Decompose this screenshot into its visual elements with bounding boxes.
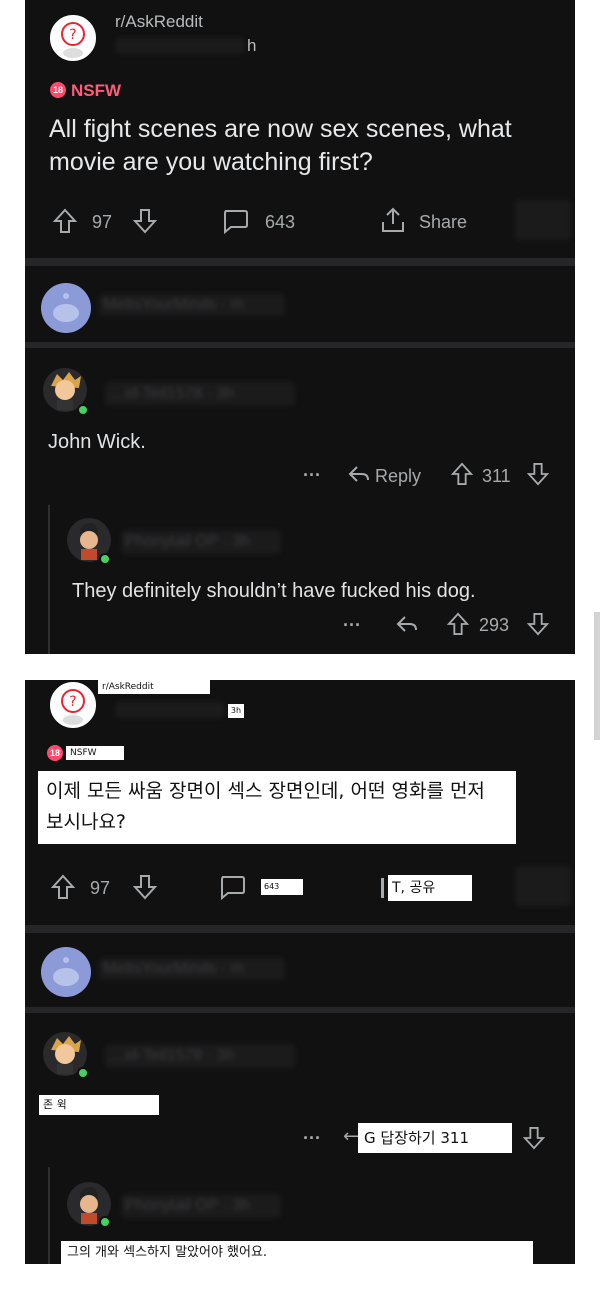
award-button-redacted[interactable] (515, 866, 571, 906)
downvote-icon[interactable] (133, 208, 157, 234)
divider (25, 925, 575, 933)
upvote-icon[interactable] (451, 462, 473, 486)
comment-text: John Wick. (48, 431, 146, 453)
downvote-icon[interactable] (523, 1126, 545, 1150)
divider (25, 258, 575, 266)
question-mark-icon: ? (61, 22, 85, 58)
post-title[interactable]: All fight scenes are now sex scenes, wha… (49, 113, 554, 179)
reply-button[interactable]: G 답장하기 311 (358, 1123, 512, 1153)
comment-author-redacted: …id-Teil1578 · 3h (105, 382, 295, 406)
snoo-icon (53, 293, 79, 322)
online-indicator (77, 404, 89, 416)
comment-icon[interactable] (221, 208, 249, 234)
share-button[interactable]: T, 공유 (388, 875, 472, 901)
comment-icon[interactable] (218, 874, 246, 900)
nsfw-icon: 18 (50, 82, 66, 98)
comment-author-redacted: Phonytail OP · 3h (121, 1194, 281, 1218)
comment-count: 643 (265, 212, 296, 232)
comment-text: 존 윅 (39, 1095, 159, 1115)
downvote-icon[interactable] (527, 612, 549, 636)
nsfw-label: NSFW (66, 746, 124, 760)
subreddit-avatar[interactable]: ? (48, 680, 98, 730)
user-avatar[interactable] (41, 283, 91, 333)
reply-icon[interactable] (347, 463, 371, 485)
upvote-count: 97 (92, 212, 113, 232)
post-author-redacted (115, 38, 245, 54)
more-options-icon[interactable]: ··· (303, 1128, 321, 1149)
upvote-icon[interactable] (53, 208, 77, 234)
post-age: 3h (228, 704, 244, 718)
nsfw-label: NSFW (71, 81, 122, 100)
more-options-icon[interactable]: ··· (343, 615, 361, 636)
share-icon (381, 878, 384, 898)
award-button-redacted[interactable] (515, 200, 571, 240)
comment-text: They definitely shouldn’t have fucked hi… (72, 580, 476, 602)
svg-text:?: ? (69, 27, 76, 43)
comment-author-redacted: MeltsYourMinds · m (99, 958, 285, 980)
more-options-icon[interactable]: ··· (303, 465, 321, 486)
comment-count: 643 (261, 879, 303, 895)
post-title[interactable]: 이제 모든 싸움 장면이 섹스 장면인데, 어떤 영화를 먼저 보시나요? (38, 771, 516, 844)
question-mark-icon: ? (61, 689, 85, 725)
share-icon[interactable] (379, 206, 407, 234)
comment-author-redacted: …id-Teil1578 · 3h (105, 1044, 295, 1068)
reply-icon[interactable] (395, 613, 419, 635)
post-age: h (247, 36, 257, 55)
share-button[interactable]: Share (419, 212, 467, 233)
divider (25, 342, 575, 348)
downvote-icon[interactable] (527, 462, 549, 486)
upvote-icon[interactable] (51, 874, 75, 900)
upvote-count: 97 (90, 878, 111, 898)
subreddit-name[interactable]: r/AskReddit (115, 12, 203, 32)
upvote-icon[interactable] (447, 612, 469, 636)
thread-line (48, 1167, 50, 1264)
user-avatar[interactable] (41, 947, 91, 997)
online-indicator (99, 553, 111, 565)
comment-vote-count: 293 (479, 615, 510, 635)
subreddit-name[interactable]: r/AskReddit (98, 680, 210, 694)
translated-screenshot: ? r/AskReddit 3h 18 NSFW 이제 모든 싸움 장면이 섹스… (25, 680, 575, 1264)
comment-author-redacted: MeltsYourMinds · m (99, 294, 285, 316)
thread-line (48, 505, 50, 654)
subreddit-avatar[interactable]: ? (48, 13, 98, 63)
divider (25, 1007, 575, 1013)
online-indicator (77, 1067, 89, 1079)
comment-author-redacted: Phonytail OP · 3h (121, 530, 281, 554)
original-screenshot: ? r/AskReddit h 18 NSFW All fight scenes… (25, 0, 575, 654)
svg-text:?: ? (69, 694, 76, 710)
post-author-redacted (115, 702, 225, 718)
comment-text: 그의 개와 섹스하지 말았어야 했어요. (61, 1241, 533, 1264)
reply-button[interactable]: Reply (375, 466, 421, 487)
comment-vote-count: 311 (482, 466, 511, 486)
scroll-indicator (594, 612, 600, 740)
downvote-icon[interactable] (133, 874, 157, 900)
snoo-icon (53, 957, 79, 986)
online-indicator (99, 1216, 111, 1228)
nsfw-icon: 18 (47, 745, 63, 761)
